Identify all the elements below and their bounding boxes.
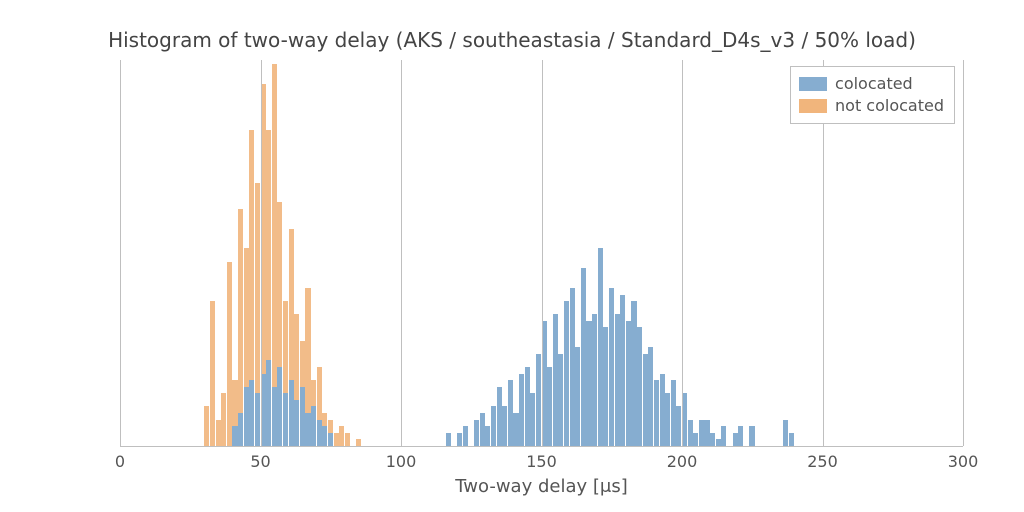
histogram-bar bbox=[322, 426, 327, 446]
x-grid-line bbox=[401, 60, 402, 446]
histogram-bar bbox=[272, 387, 277, 446]
x-tick-label: 200 bbox=[667, 452, 698, 471]
histogram-bar bbox=[328, 433, 333, 446]
histogram-bar bbox=[311, 406, 316, 446]
legend-swatch-colocated bbox=[799, 77, 827, 91]
histogram-bar bbox=[232, 426, 237, 446]
histogram-bar bbox=[277, 367, 282, 446]
histogram-bar bbox=[244, 387, 249, 446]
x-grid-line bbox=[261, 60, 262, 446]
histogram-bar bbox=[249, 380, 254, 446]
x-grid-line bbox=[120, 60, 121, 446]
x-tick-label: 300 bbox=[948, 452, 979, 471]
x-tick-label: 150 bbox=[526, 452, 557, 471]
x-grid-line bbox=[682, 60, 683, 446]
histogram-bar bbox=[266, 360, 271, 446]
x-axis-label: Two-way delay [μs] bbox=[120, 476, 963, 497]
chart-title: Histogram of two-way delay (AKS / southe… bbox=[0, 28, 1024, 52]
legend-item-colocated: colocated bbox=[799, 73, 944, 95]
legend: colocated not colocated bbox=[790, 66, 955, 124]
x-grid-line bbox=[542, 60, 543, 446]
histogram-bar bbox=[300, 387, 305, 446]
plot-area: Two-way delay [μs] colocated not colocat… bbox=[120, 60, 963, 447]
x-tick-label: 50 bbox=[250, 452, 270, 471]
histogram-bar bbox=[294, 400, 299, 446]
histogram-bar bbox=[289, 380, 294, 446]
legend-item-notcolocated: not colocated bbox=[799, 95, 944, 117]
figure: Histogram of two-way delay (AKS / southe… bbox=[0, 0, 1024, 512]
legend-label-colocated: colocated bbox=[835, 73, 913, 95]
histogram-bar bbox=[283, 393, 288, 446]
legend-label-notcolocated: not colocated bbox=[835, 95, 944, 117]
histogram-bar bbox=[255, 393, 260, 446]
legend-swatch-notcolocated bbox=[799, 99, 827, 113]
x-tick-label: 100 bbox=[386, 452, 417, 471]
x-tick-label: 250 bbox=[807, 452, 838, 471]
histogram-bar bbox=[238, 413, 243, 446]
x-grid-line bbox=[963, 60, 964, 446]
histogram-bar bbox=[305, 413, 310, 446]
x-tick-label: 0 bbox=[115, 452, 125, 471]
histogram-bar bbox=[317, 420, 322, 446]
